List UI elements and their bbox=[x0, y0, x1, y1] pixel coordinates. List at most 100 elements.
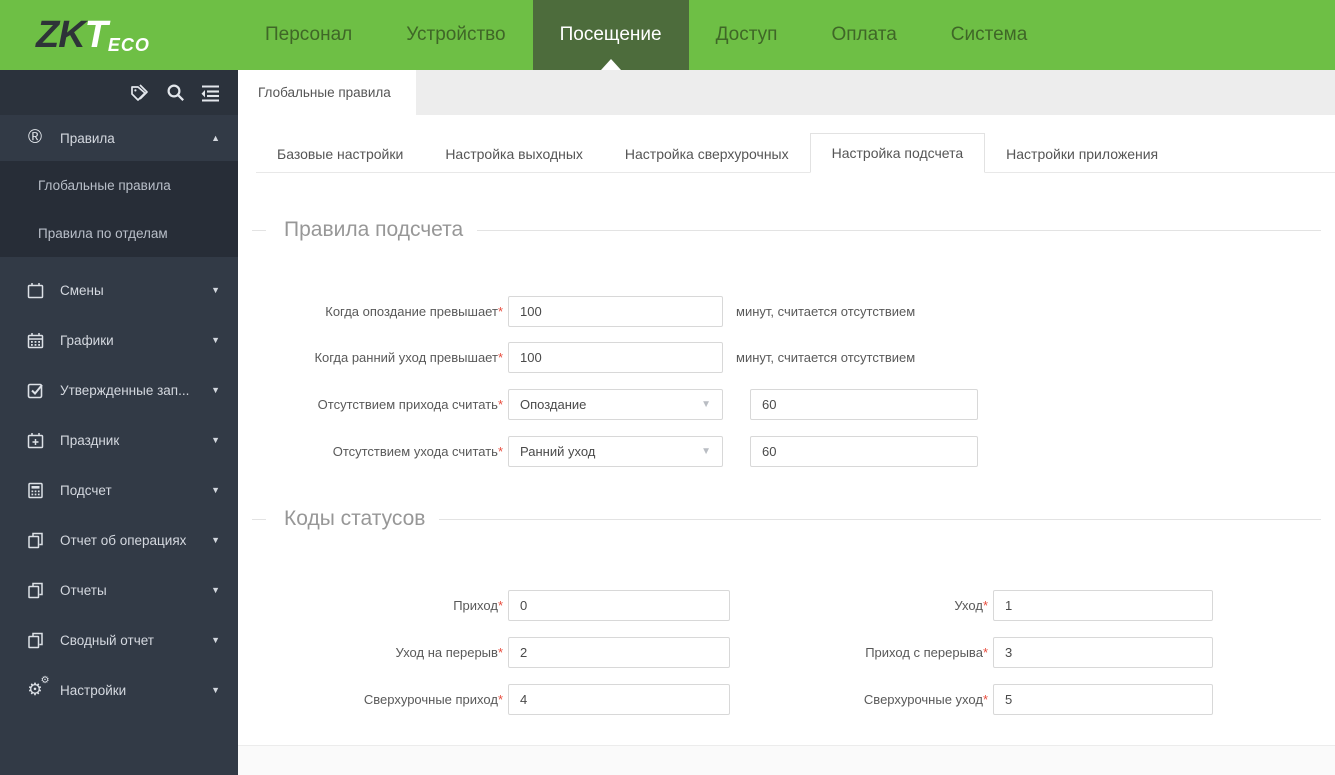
search-icon[interactable] bbox=[163, 81, 187, 105]
sidebar-item-summary-report[interactable]: Сводный отчет ▼ bbox=[0, 615, 238, 665]
nav-item-system[interactable]: Система bbox=[924, 0, 1055, 70]
field-suffix: минут, считается отсутствием bbox=[736, 350, 916, 365]
logo-text-zk: ZK bbox=[36, 13, 86, 56]
required-mark: * bbox=[982, 692, 988, 707]
chevron-down-icon: ▼ bbox=[211, 435, 220, 445]
sidebar-item-schedules[interactable]: Графики ▼ bbox=[0, 315, 238, 365]
sidebar-item-label: Графики bbox=[60, 332, 114, 348]
form-row-no-checkout: Отсутствием ухода считать* Ранний уход ▼ bbox=[238, 436, 978, 467]
subtab-label: Настройка выходных bbox=[445, 146, 583, 162]
chevron-up-icon: ▲ bbox=[211, 133, 220, 143]
field-label: Сверхурочные уход* bbox=[863, 692, 988, 707]
subtab-app-settings[interactable]: Настройки приложения bbox=[985, 135, 1179, 173]
required-mark: * bbox=[497, 350, 503, 365]
checkout-code-input[interactable] bbox=[993, 590, 1213, 621]
chevron-down-icon: ▼ bbox=[211, 685, 220, 695]
status-row-checkin-checkout: Приход* Уход* bbox=[238, 590, 1213, 621]
subtab-bar: Базовые настройки Настройка выходных Нас… bbox=[256, 133, 1335, 173]
logo-text-eco: ECO bbox=[107, 35, 150, 55]
page-tab-label: Глобальные правила bbox=[258, 85, 391, 100]
subtab-calculation-settings[interactable]: Настройка подсчета bbox=[809, 133, 986, 173]
subtab-weekend-settings[interactable]: Настройка выходных bbox=[424, 135, 604, 173]
required-mark: * bbox=[497, 444, 503, 459]
section-title-text: Коды статусов bbox=[284, 507, 426, 530]
sidebar-item-label: Утвержденные зап... bbox=[60, 382, 190, 398]
late-exceeds-input[interactable] bbox=[508, 296, 723, 327]
field-label: Отсутствием прихода считать* bbox=[317, 397, 503, 412]
submenu-item-label: Правила по отделам bbox=[38, 225, 168, 241]
chevron-down-icon: ▼ bbox=[211, 285, 220, 295]
nav-label: Доступ bbox=[715, 24, 778, 45]
subtab-label: Настройка подсчета bbox=[831, 145, 964, 161]
chevron-down-icon: ▼ bbox=[211, 485, 220, 495]
main-nav: Персонал Устройство Посещение Доступ Опл… bbox=[238, 0, 1054, 70]
no-checkin-minutes-input[interactable] bbox=[750, 389, 978, 420]
form-row-early-leave-exceeds: Когда ранний уход превышает* минут, счит… bbox=[238, 342, 915, 373]
no-checkout-select[interactable]: Ранний уход ▼ bbox=[508, 436, 723, 467]
collapse-menu-icon[interactable] bbox=[198, 81, 222, 105]
checkin-code-input[interactable] bbox=[508, 590, 730, 621]
dropdown-arrow-icon: ▼ bbox=[701, 399, 711, 410]
field-label: Уход* bbox=[954, 598, 988, 613]
sidebar-item-label: Правила bbox=[60, 130, 115, 146]
sidebar-item-department-rules[interactable]: Правила по отделам bbox=[0, 209, 238, 257]
sidebar-item-operations-report[interactable]: Отчет об операциях ▼ bbox=[0, 515, 238, 565]
calculator-icon bbox=[24, 481, 46, 500]
field-label: Приход* bbox=[453, 598, 503, 613]
sidebar-item-settings[interactable]: ⚙ ⚙ Настройки ▼ bbox=[0, 665, 238, 715]
overtime-in-code-input[interactable] bbox=[508, 684, 730, 715]
required-mark: * bbox=[497, 304, 503, 319]
early-leave-exceeds-input[interactable] bbox=[508, 342, 723, 373]
sidebar-item-shifts[interactable]: Смены ▼ bbox=[0, 265, 238, 315]
nav-item-attendance[interactable]: Посещение bbox=[532, 0, 689, 70]
chevron-down-icon: ▼ bbox=[211, 585, 220, 595]
nav-item-device[interactable]: Устройство bbox=[379, 0, 532, 70]
sidebar-item-calculation[interactable]: Подсчет ▼ bbox=[0, 465, 238, 515]
no-checkout-minutes-input[interactable] bbox=[750, 436, 978, 467]
sidebar-item-holiday[interactable]: Праздник ▼ bbox=[0, 415, 238, 465]
overtime-out-code-input[interactable] bbox=[993, 684, 1213, 715]
status-row-break-out-in: Уход на перерыв* Приход с перерыва* bbox=[238, 637, 1213, 668]
nav-item-access[interactable]: Доступ bbox=[689, 0, 805, 70]
sidebar-item-reports[interactable]: Отчеты ▼ bbox=[0, 565, 238, 615]
nav-label: Оплата bbox=[831, 24, 897, 45]
nav-label: Персонал bbox=[265, 24, 353, 45]
subtab-basic-settings[interactable]: Базовые настройки bbox=[256, 135, 424, 173]
sidebar-item-label: Отчеты bbox=[60, 582, 107, 598]
chevron-down-icon: ▼ bbox=[211, 535, 220, 545]
subtab-label: Настройки приложения bbox=[1006, 146, 1159, 162]
required-mark: * bbox=[497, 645, 503, 660]
sidebar-menu: Смены ▼ Графики ▼ Утвержденные зап... ▼ … bbox=[0, 257, 238, 715]
nav-item-payment[interactable]: Оплата bbox=[804, 0, 923, 70]
no-checkin-select[interactable]: Опоздание ▼ bbox=[508, 389, 723, 420]
footer-strip bbox=[238, 745, 1335, 775]
subtab-overtime-settings[interactable]: Настройка сверхурочных bbox=[604, 135, 810, 173]
sidebar-item-global-rules[interactable]: Глобальные правила bbox=[0, 161, 238, 209]
select-value: Ранний уход bbox=[520, 444, 596, 459]
page-tab-global-rules[interactable]: Глобальные правила bbox=[238, 70, 416, 115]
calendar-plus-icon bbox=[24, 431, 46, 450]
sidebar-item-approved-requests[interactable]: Утвержденные зап... ▼ bbox=[0, 365, 238, 415]
field-label: Когда опоздание превышает* bbox=[325, 304, 503, 319]
field-label: Отсутствием ухода считать* bbox=[332, 444, 503, 459]
chevron-down-icon: ▼ bbox=[211, 635, 220, 645]
subtab-label: Настройка сверхурочных bbox=[624, 146, 789, 162]
section-title-status-codes: Коды статусов bbox=[252, 507, 1321, 531]
field-label: Сверхурочные приход* bbox=[363, 692, 503, 707]
registered-icon: ® bbox=[28, 127, 42, 148]
logo-text-t: T bbox=[84, 13, 108, 56]
rules-submenu: Глобальные правила Правила по отделам bbox=[0, 161, 238, 257]
dropdown-arrow-icon: ▼ bbox=[701, 446, 711, 457]
sidebar-item-label: Подсчет bbox=[60, 482, 112, 498]
main-area: Глобальные правила Базовые настройки Нас… bbox=[238, 70, 1335, 775]
pages-icon bbox=[24, 581, 46, 600]
checkbox-icon bbox=[24, 381, 46, 400]
break-out-code-input[interactable] bbox=[508, 637, 730, 668]
sidebar-item-rules[interactable]: ® Правила ▲ bbox=[0, 115, 238, 161]
submenu-item-label: Глобальные правила bbox=[38, 177, 171, 193]
divider bbox=[477, 229, 1321, 231]
pages-icon bbox=[24, 631, 46, 650]
tags-icon[interactable] bbox=[128, 81, 152, 105]
break-in-code-input[interactable] bbox=[993, 637, 1213, 668]
nav-item-personnel[interactable]: Персонал bbox=[238, 0, 379, 70]
